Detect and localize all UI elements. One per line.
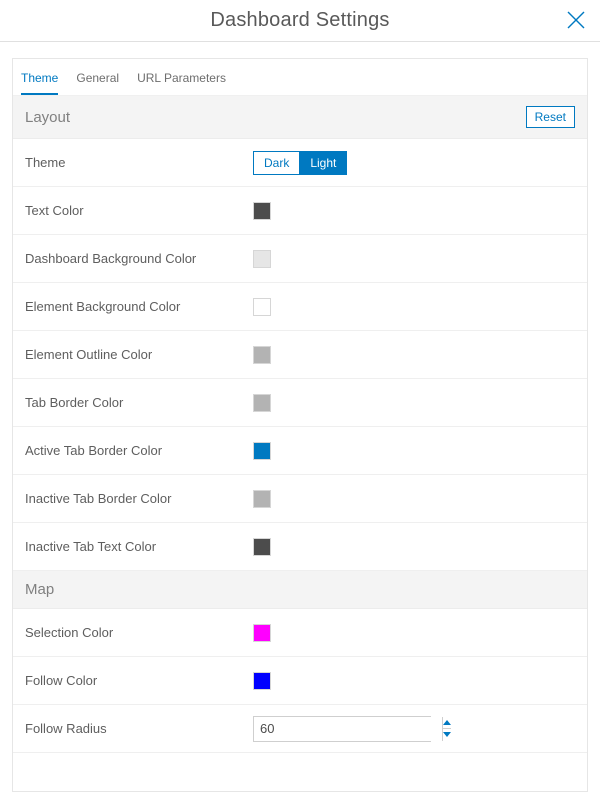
reset-button[interactable]: Reset xyxy=(526,106,575,128)
label-inactive-tab-border: Inactive Tab Border Color xyxy=(25,491,253,506)
row-active-tab-border: Active Tab Border Color xyxy=(13,427,587,475)
swatch-active-tab-border[interactable] xyxy=(253,442,271,460)
row-dashboard-bg: Dashboard Background Color xyxy=(13,235,587,283)
label-element-bg: Element Background Color xyxy=(25,299,253,314)
label-theme: Theme xyxy=(25,155,253,170)
tab-theme[interactable]: Theme xyxy=(21,71,58,95)
theme-option-dark[interactable]: Dark xyxy=(253,151,300,175)
stepper-down[interactable] xyxy=(443,729,451,741)
settings-modal: Dashboard Settings Theme General URL Par… xyxy=(0,0,600,792)
swatch-inactive-tab-text[interactable] xyxy=(253,538,271,556)
section-layout-title: Layout xyxy=(25,109,70,126)
stepper-buttons xyxy=(442,717,451,741)
swatch-follow-color[interactable] xyxy=(253,672,271,690)
swatch-text-color[interactable] xyxy=(253,202,271,220)
row-text-color: Text Color xyxy=(13,187,587,235)
row-follow-color: Follow Color xyxy=(13,657,587,705)
row-follow-radius: Follow Radius xyxy=(13,705,587,753)
row-tab-border: Tab Border Color xyxy=(13,379,587,427)
swatch-element-outline[interactable] xyxy=(253,346,271,364)
close-button[interactable] xyxy=(562,6,590,34)
theme-toggle: Dark Light xyxy=(253,151,347,175)
label-follow-color: Follow Color xyxy=(25,673,253,688)
row-element-outline: Element Outline Color xyxy=(13,331,587,379)
label-selection-color: Selection Color xyxy=(25,625,253,640)
tab-url-parameters[interactable]: URL Parameters xyxy=(137,71,226,95)
label-text-color: Text Color xyxy=(25,203,253,218)
row-inactive-tab-text: Inactive Tab Text Color xyxy=(13,523,587,571)
swatch-tab-border[interactable] xyxy=(253,394,271,412)
swatch-inactive-tab-border[interactable] xyxy=(253,490,271,508)
swatch-element-bg[interactable] xyxy=(253,298,271,316)
settings-panel: Theme General URL Parameters Layout Rese… xyxy=(12,58,588,792)
tabs: Theme General URL Parameters xyxy=(13,59,587,95)
tab-general[interactable]: General xyxy=(76,71,119,95)
swatch-dashboard-bg[interactable] xyxy=(253,250,271,268)
label-tab-border: Tab Border Color xyxy=(25,395,253,410)
close-icon xyxy=(565,9,587,31)
section-map-header: Map xyxy=(13,571,587,609)
label-dashboard-bg: Dashboard Background Color xyxy=(25,251,253,266)
follow-radius-input[interactable] xyxy=(254,717,442,741)
label-inactive-tab-text: Inactive Tab Text Color xyxy=(25,539,253,554)
section-map-title: Map xyxy=(25,581,54,598)
modal-title: Dashboard Settings xyxy=(210,9,389,32)
content-wrap: Theme General URL Parameters Layout Rese… xyxy=(0,42,600,792)
control-theme: Dark Light xyxy=(253,151,575,175)
swatch-selection-color[interactable] xyxy=(253,624,271,642)
scroll-area[interactable]: Layout Reset Theme Dark Light Text Col xyxy=(13,95,587,791)
label-active-tab-border: Active Tab Border Color xyxy=(25,443,253,458)
chevron-down-icon xyxy=(443,732,451,737)
label-element-outline: Element Outline Color xyxy=(25,347,253,362)
row-selection-color: Selection Color xyxy=(13,609,587,657)
modal-header: Dashboard Settings xyxy=(0,0,600,42)
label-follow-radius: Follow Radius xyxy=(25,721,253,736)
row-element-bg: Element Background Color xyxy=(13,283,587,331)
row-inactive-tab-border: Inactive Tab Border Color xyxy=(13,475,587,523)
follow-radius-stepper xyxy=(253,716,431,742)
stepper-up[interactable] xyxy=(443,717,451,730)
section-layout-header: Layout Reset xyxy=(13,96,587,139)
chevron-up-icon xyxy=(443,720,451,725)
row-theme: Theme Dark Light xyxy=(13,139,587,187)
theme-option-light[interactable]: Light xyxy=(300,151,347,175)
